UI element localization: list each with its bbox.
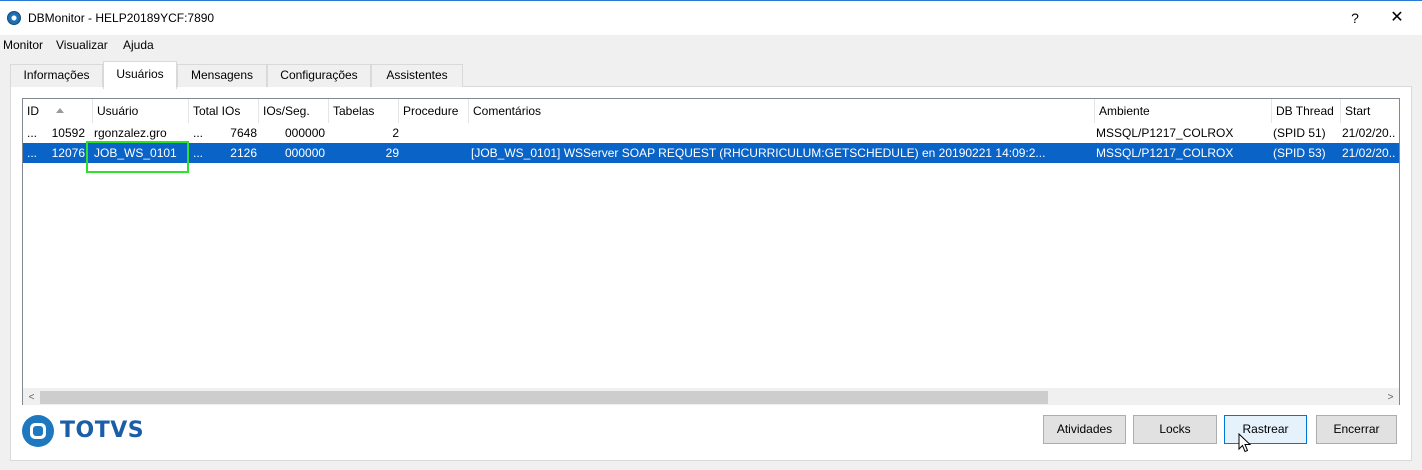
users-list[interactable]: ID Usuário Total IOs IOs/Seg. Tabelas Pr… [22,98,1400,405]
column-header-ios-seg[interactable]: IOs/Seg. [259,99,329,123]
cell-ambiente: MSSQL/P1217_COLROX [1096,126,1234,140]
help-button[interactable]: ? [1341,7,1369,29]
column-header-usuario[interactable]: Usuário [93,99,189,123]
column-header-id[interactable]: ID [23,99,93,123]
column-header-ambiente[interactable]: Ambiente [1095,99,1272,123]
column-header-start[interactable]: Start [1341,99,1399,123]
menu-monitor[interactable]: Monitor [3,38,43,52]
cell-comentarios: [JOB_WS_0101] WSServer SOAP REQUEST (RHC… [471,146,1046,160]
row-prefix: ... [27,126,38,140]
table-row-selected[interactable]: ... 12076 JOB_WS_0101 ... 2126 000000 29… [23,143,1399,163]
cell-usuario: JOB_WS_0101 [94,146,177,160]
dbmonitor-window: DBMonitor - HELP20189YCF:7890 ? ✕ Monito… [0,0,1422,470]
cell-procedure [403,123,465,143]
locks-button[interactable]: Locks [1133,415,1217,444]
cell-total-ios: 2126 [230,146,257,160]
column-header-db-thread[interactable]: DB Thread [1272,99,1341,123]
cell-ios-seg: 000000 [285,126,326,140]
cell-id: 10592 [51,126,85,140]
cell-ios-seg: 000000 [285,146,326,160]
tab-informacoes[interactable]: Informações [10,64,103,87]
horizontal-scrollbar[interactable]: < > [23,388,1399,405]
column-header-comentarios[interactable]: Comentários [469,99,1095,123]
cell-db-thread: (SPID 51) [1273,126,1326,140]
cell-id: 12076 [51,146,85,160]
cell-start: 21/02/20.. [1342,146,1396,160]
tab-assistentes[interactable]: Assistentes [371,64,463,87]
menu-visualizar[interactable]: Visualizar [56,38,108,52]
cell-usuario: rgonzalez.gro [94,126,167,140]
cell-total-prefix: ... [193,126,204,140]
cell-comentarios [471,123,1093,143]
menu-ajuda[interactable]: Ajuda [123,38,154,52]
cell-procedure [403,143,465,163]
window-title: DBMonitor - HELP20189YCF:7890 [28,11,215,25]
scroll-left-icon[interactable]: < [23,389,40,406]
table-row[interactable]: ... 10592 rgonzalez.gro ... 7648 000000 … [23,123,1399,143]
column-header-total-ios[interactable]: Total IOs [189,99,259,123]
logo-text: TOTVS [60,418,145,443]
cell-ambiente: MSSQL/P1217_COLROX [1096,146,1234,160]
scroll-right-icon[interactable]: > [1382,389,1399,406]
scrollbar-thumb[interactable] [40,391,1048,404]
rastrear-button[interactable]: Rastrear [1224,415,1307,444]
tab-usuarios[interactable]: Usuários [103,61,177,89]
atividades-button[interactable]: Atividades [1043,415,1126,444]
sort-ascending-icon [56,108,64,113]
cell-start: 21/02/20.. [1342,126,1396,140]
tab-mensagens[interactable]: Mensagens [177,64,267,87]
app-icon [7,11,21,25]
row-prefix: ... [27,146,38,160]
tab-configuracoes[interactable]: Configurações [267,64,371,87]
totvs-logo: TOTVS [22,413,145,449]
column-header-tabelas[interactable]: Tabelas [329,99,399,123]
cell-tabelas: 29 [385,146,399,160]
cell-total-ios: 7648 [230,126,257,140]
column-header-procedure[interactable]: Procedure [399,99,469,123]
cell-tabelas: 2 [392,126,399,140]
title-bar[interactable]: DBMonitor - HELP20189YCF:7890 ? ✕ [0,1,1422,35]
close-button[interactable]: ✕ [1383,7,1411,29]
mouse-pointer-icon [1238,433,1252,453]
totvs-logo-icon [22,415,54,447]
list-header: ID Usuário Total IOs IOs/Seg. Tabelas Pr… [23,99,1399,123]
menu-bar: Monitor Visualizar Ajuda [0,36,1422,56]
cell-db-thread: (SPID 53) [1273,146,1326,160]
encerrar-button[interactable]: Encerrar [1316,415,1397,444]
cell-total-prefix: ... [193,146,204,160]
